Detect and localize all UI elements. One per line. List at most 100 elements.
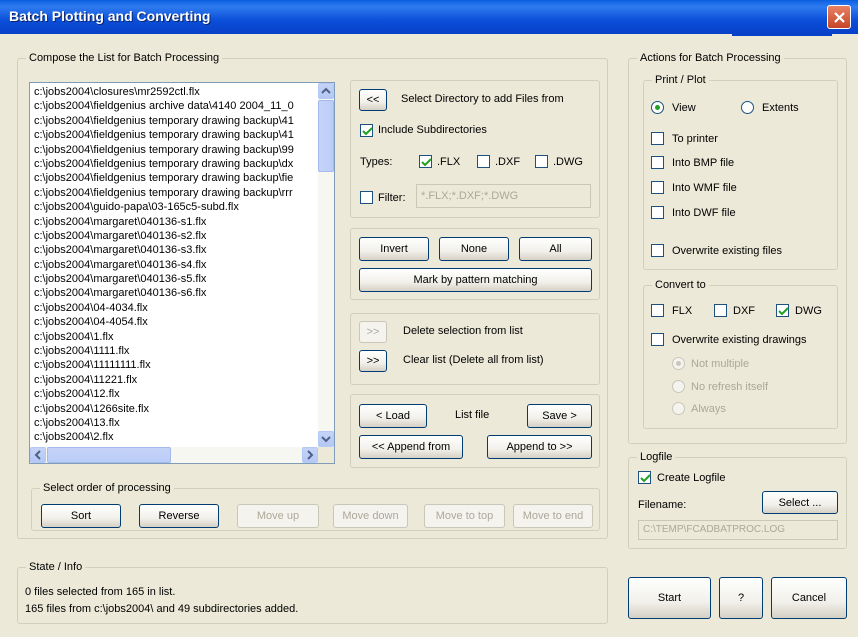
- into-bmp-checkbox[interactable]: [651, 156, 664, 169]
- to-printer-label: To printer: [672, 133, 718, 145]
- move-down-button[interactable]: Move down: [333, 504, 408, 528]
- list-item[interactable]: c:\jobs2004\1.flx: [34, 330, 317, 344]
- list-item[interactable]: c:\jobs2004\closures\mr2592ctl.flx: [34, 85, 317, 99]
- title-accent: [732, 34, 832, 36]
- list-item[interactable]: c:\jobs2004\fieldgenius temporary drawin…: [34, 157, 317, 171]
- select-directory-button[interactable]: <<: [359, 89, 387, 111]
- list-item[interactable]: c:\jobs2004\fieldgenius archive data\414…: [34, 99, 317, 113]
- type-flx-checkbox[interactable]: [419, 155, 432, 168]
- scroll-right-button[interactable]: [302, 447, 318, 463]
- vertical-scroll-thumb[interactable]: [318, 100, 334, 172]
- overwrite-drawings-checkbox[interactable]: [651, 333, 664, 346]
- title-bar[interactable]: Batch Plotting and Converting: [0, 0, 858, 34]
- list-item[interactable]: c:\jobs2004\04-4054.flx: [34, 315, 317, 329]
- into-wmf-checkbox[interactable]: [651, 181, 664, 194]
- filter-input[interactable]: *.FLX;*.DXF;*.DWG: [416, 184, 591, 208]
- help-button[interactable]: ?: [719, 577, 763, 619]
- list-item[interactable]: c:\jobs2004\11221.flx: [34, 373, 317, 387]
- list-item[interactable]: c:\jobs2004\margaret\040136-s6.flx: [34, 286, 317, 300]
- list-item[interactable]: c:\jobs2004\13.flx: [34, 416, 317, 430]
- select-none-button[interactable]: None: [439, 237, 509, 261]
- scroll-corner: [318, 447, 334, 463]
- logfile-legend: Logfile: [637, 451, 676, 463]
- into-bmp-label: Into BMP file: [672, 157, 735, 169]
- scroll-up-button[interactable]: [318, 83, 334, 99]
- clear-list-button[interactable]: >>: [359, 350, 387, 372]
- close-button[interactable]: [827, 5, 851, 29]
- scroll-left-button[interactable]: [30, 447, 46, 463]
- no-refresh-radio[interactable]: [672, 380, 685, 393]
- start-button[interactable]: Start: [628, 577, 711, 619]
- horizontal-scrollbar[interactable]: [30, 447, 318, 463]
- state-line-2: 165 files from c:\jobs2004\ and 49 subdi…: [25, 603, 299, 615]
- list-item[interactable]: c:\jobs2004\04-4034.flx: [34, 301, 317, 315]
- file-list[interactable]: c:\jobs2004\closures\mr2592ctl.flx c:\job…: [29, 82, 335, 464]
- list-item[interactable]: c:\jobs2004\margaret\040136-s3.flx: [34, 243, 317, 257]
- delete-selection-button[interactable]: >>: [359, 321, 387, 343]
- list-item[interactable]: c:\jobs2004\fieldgenius temporary drawin…: [34, 186, 317, 200]
- mark-by-pattern-button[interactable]: Mark by pattern matching: [359, 268, 592, 292]
- cancel-button[interactable]: Cancel: [771, 577, 847, 619]
- sort-button[interactable]: Sort: [41, 504, 121, 528]
- into-dwf-checkbox[interactable]: [651, 206, 664, 219]
- radio-selected-dot: [676, 361, 681, 366]
- state-legend: State / Info: [26, 561, 86, 573]
- list-item[interactable]: c:\jobs2004\1266site.flx: [34, 402, 317, 416]
- append-from-button[interactable]: << Append from: [359, 435, 463, 459]
- list-item[interactable]: c:\jobs2004\11111111.flx: [34, 358, 317, 372]
- append-to-button[interactable]: Append to >>: [487, 435, 592, 459]
- to-printer-checkbox[interactable]: [651, 132, 664, 145]
- list-item[interactable]: c:\jobs2004\margaret\040136-s2.flx: [34, 229, 317, 243]
- move-to-top-button[interactable]: Move to top: [424, 504, 505, 528]
- list-file-label: List file: [455, 409, 490, 421]
- list-item[interactable]: c:\jobs2004\margaret\040136-s4.flx: [34, 258, 317, 272]
- view-label: View: [672, 102, 696, 114]
- list-item[interactable]: c:\jobs2004\1111.flx: [34, 344, 317, 358]
- type-dxf-checkbox[interactable]: [477, 155, 490, 168]
- overwrite-files-checkbox[interactable]: [651, 244, 664, 257]
- overwrite-drawings-label: Overwrite existing drawings: [672, 334, 807, 346]
- select-all-button[interactable]: All: [519, 237, 592, 261]
- convert-to-legend: Convert to: [652, 279, 709, 291]
- list-item[interactable]: c:\jobs2004\guido-papa\03-165c5-subd.flx: [34, 200, 317, 214]
- convert-dxf-checkbox[interactable]: [714, 304, 727, 317]
- load-button[interactable]: < Load: [359, 404, 427, 428]
- list-item[interactable]: c:\jobs2004\margaret\040136-s5.flx: [34, 272, 317, 286]
- not-multiple-label: Not multiple: [691, 358, 750, 370]
- reverse-button[interactable]: Reverse: [139, 504, 219, 528]
- scroll-down-button[interactable]: [318, 431, 334, 447]
- move-up-button[interactable]: Move up: [237, 504, 319, 528]
- include-subdirectories-checkbox[interactable]: [360, 124, 373, 137]
- list-item[interactable]: c:\jobs2004\12.flx: [34, 387, 317, 401]
- list-item[interactable]: c:\jobs2004\2.flx: [34, 430, 317, 444]
- into-wmf-label: Into WMF file: [672, 182, 737, 194]
- chevron-up-icon: [321, 87, 331, 94]
- actions-legend: Actions for Batch Processing: [637, 52, 784, 64]
- convert-dwg-checkbox[interactable]: [776, 304, 789, 317]
- checkmark-icon: [362, 127, 373, 136]
- type-dwg-checkbox[interactable]: [535, 155, 548, 168]
- vertical-scrollbar[interactable]: [318, 83, 334, 447]
- select-logfile-button[interactable]: Select ...: [762, 491, 838, 514]
- list-item[interactable]: c:\jobs2004\margaret\040136-s1.flx: [34, 215, 317, 229]
- list-item[interactable]: c:\jobs2004\fieldgenius temporary drawin…: [34, 143, 317, 157]
- create-logfile-checkbox[interactable]: [638, 471, 651, 484]
- invert-button[interactable]: Invert: [359, 237, 429, 261]
- convert-dwg-label: DWG: [795, 305, 822, 317]
- include-subdirectories-label: Include Subdirectories: [378, 124, 487, 136]
- extents-radio[interactable]: [741, 101, 754, 114]
- type-flx-label: .FLX: [437, 156, 461, 168]
- logfile-path-input[interactable]: C:\TEMP\FCADBATPROC.LOG: [638, 520, 838, 540]
- list-item[interactable]: c:\jobs2004\fieldgenius temporary drawin…: [34, 114, 317, 128]
- list-item[interactable]: c:\jobs2004\fieldgenius temporary drawin…: [34, 171, 317, 185]
- filter-checkbox[interactable]: [360, 191, 373, 204]
- save-button[interactable]: Save >: [527, 404, 592, 428]
- always-radio[interactable]: [672, 402, 685, 415]
- move-to-end-button[interactable]: Move to end: [513, 504, 593, 528]
- convert-dxf-label: DXF: [733, 305, 755, 317]
- list-item[interactable]: c:\jobs2004\fieldgenius temporary drawin…: [34, 128, 317, 142]
- horizontal-scroll-thumb[interactable]: [47, 447, 171, 463]
- not-multiple-radio[interactable]: [672, 357, 685, 370]
- convert-flx-checkbox[interactable]: [651, 304, 664, 317]
- view-radio[interactable]: [651, 101, 664, 114]
